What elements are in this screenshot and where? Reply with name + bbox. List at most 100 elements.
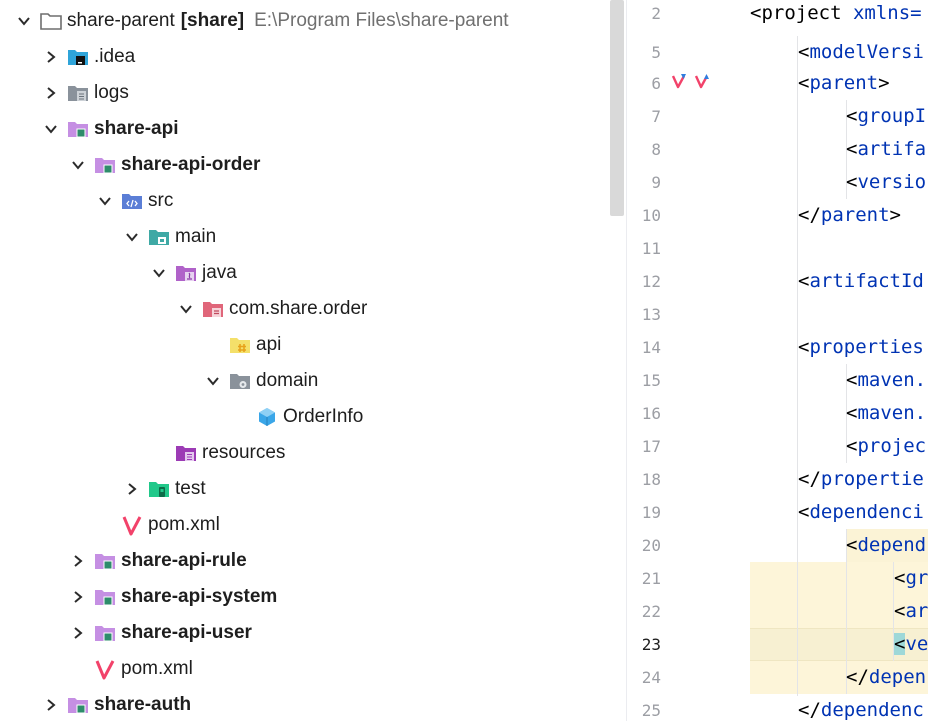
tree-node-share-api-user[interactable]: share-api-user <box>0 615 610 651</box>
chevron-down-icon[interactable] <box>202 370 224 392</box>
chevron-right-icon[interactable] <box>121 478 143 500</box>
orderinfo-label: OrderInfo <box>283 406 364 427</box>
code-editor[interactable]: <project xmlns= <modelVersi <parent> <gr… <box>750 0 928 721</box>
line-number: 18 <box>641 470 661 489</box>
domain-label: domain <box>256 370 319 391</box>
line-number: 6 <box>651 74 661 93</box>
maven-icon <box>121 514 143 536</box>
code-text: <versio <box>846 171 927 193</box>
tree-node-logs[interactable]: logs <box>0 75 610 111</box>
code-text: </propertie <box>798 468 924 490</box>
line-number: 12 <box>641 272 661 291</box>
line-number: 19 <box>641 503 661 522</box>
tree-node-share-api-rule[interactable]: share-api-rule <box>0 543 610 579</box>
code-line-14: <properties <box>798 331 928 364</box>
editor-gutter: 2 5 6 7 8 9 10 11 12 13 14 15 16 17 18 1… <box>627 0 781 721</box>
idea-folder-icon <box>67 46 89 68</box>
indent-guide <box>797 36 798 696</box>
tree-node-package[interactable]: com.share.order <box>0 291 610 327</box>
code-text: <dependenci <box>798 501 924 523</box>
test-label: test <box>175 478 206 499</box>
chevron-right-icon[interactable] <box>67 622 89 644</box>
line-number: 25 <box>641 701 661 720</box>
tree-node-share-api[interactable]: share-api <box>0 111 610 147</box>
tree-node-domain[interactable]: domain <box>0 363 610 399</box>
chevron-down-icon[interactable] <box>121 226 143 248</box>
chevron-down-icon[interactable] <box>175 298 197 320</box>
tree-node-share-auth[interactable]: share-auth <box>0 687 610 721</box>
tree-node-share-api-order[interactable]: share-api-order <box>0 147 610 183</box>
code-line-24: </depen <box>846 661 928 694</box>
code-text: <ar <box>894 600 928 622</box>
chevron-down-icon[interactable] <box>67 154 89 176</box>
class-icon <box>256 406 278 428</box>
code-line-12: <artifactId <box>798 265 928 298</box>
tree-node-orderinfo[interactable]: OrderInfo <box>0 399 610 435</box>
code-line-16: <maven. <box>846 397 928 430</box>
chevron-right-icon[interactable] <box>67 586 89 608</box>
chevron-down-icon[interactable] <box>13 10 35 32</box>
domain-package-icon <box>229 370 251 392</box>
current-line-number: 23 <box>641 635 661 654</box>
code-line-21: <gr <box>894 562 928 595</box>
root-module: [share] <box>180 10 245 31</box>
chevron-down-icon[interactable] <box>148 262 170 284</box>
code-text: <parent> <box>798 72 890 94</box>
tree-node-test[interactable]: test <box>0 471 610 507</box>
java-folder-icon <box>175 262 197 284</box>
code-text: </parent> <box>798 204 901 226</box>
tree-scrollbar[interactable] <box>610 0 624 216</box>
code-line-5: <modelVersi <box>798 36 928 69</box>
chevron-down-icon[interactable] <box>40 118 62 140</box>
code-text: <artifa <box>846 138 927 160</box>
test-folder-icon <box>148 478 170 500</box>
code-tag: <project <box>750 2 842 24</box>
pom-inner-label: pom.xml <box>148 514 220 535</box>
code-text: <maven. <box>846 369 927 391</box>
tree-node-api[interactable]: api <box>0 327 610 363</box>
code-line-19: <dependenci <box>798 496 928 529</box>
module-folder-icon <box>94 154 116 176</box>
tree-node-main[interactable]: main <box>0 219 610 255</box>
tree-node-pom-outer[interactable]: pom.xml <box>0 651 610 687</box>
code-text: </dependenc <box>798 699 924 721</box>
override-marker-icon[interactable] <box>671 72 689 95</box>
chevron-right-icon[interactable] <box>40 82 62 104</box>
code-line-7: <groupI <box>846 100 928 133</box>
project-tree: share-parent [share] E:\Program Files\sh… <box>0 0 626 721</box>
chevron-right-icon[interactable] <box>67 550 89 572</box>
line-number: 20 <box>641 536 661 555</box>
chevron-right-icon[interactable] <box>40 694 62 716</box>
tree-node-java[interactable]: java <box>0 255 610 291</box>
line-number: 24 <box>641 668 661 687</box>
tree-node-idea[interactable]: .idea <box>0 39 610 75</box>
code-line-22: <ar <box>894 595 928 628</box>
tree-node-share-api-system[interactable]: share-api-system <box>0 579 610 615</box>
share-api-label: share-api <box>94 118 179 139</box>
code-text: ve <box>905 633 928 655</box>
matched-bracket: < <box>894 633 906 655</box>
source-folder-icon <box>121 190 143 212</box>
code-line-6: <parent> <box>798 67 928 100</box>
resources-folder-icon <box>175 442 197 464</box>
module-folder-icon <box>94 622 116 644</box>
tree-node-src[interactable]: src <box>0 183 610 219</box>
code-line-15: <maven. <box>846 364 928 397</box>
java-label: java <box>202 262 237 283</box>
chevron-down-icon[interactable] <box>94 190 116 212</box>
line-number: 5 <box>651 43 661 62</box>
override-marker-icon[interactable] <box>694 72 712 95</box>
main-label: main <box>175 226 217 247</box>
code-line-23: <ve <box>894 628 928 661</box>
tree-node-share-parent[interactable]: share-parent [share] E:\Program Files\sh… <box>0 3 610 39</box>
chevron-right-icon[interactable] <box>40 46 62 68</box>
tree-node-pom-inner[interactable]: pom.xml <box>0 507 610 543</box>
line-number: 7 <box>651 107 661 126</box>
code-line-25: </dependenc <box>798 694 928 721</box>
root-name: share-parent <box>67 10 175 31</box>
tree-node-resources[interactable]: resources <box>0 435 610 471</box>
share-auth-label: share-auth <box>94 694 192 715</box>
logs-label: logs <box>94 82 129 103</box>
module-folder-icon <box>94 550 116 572</box>
